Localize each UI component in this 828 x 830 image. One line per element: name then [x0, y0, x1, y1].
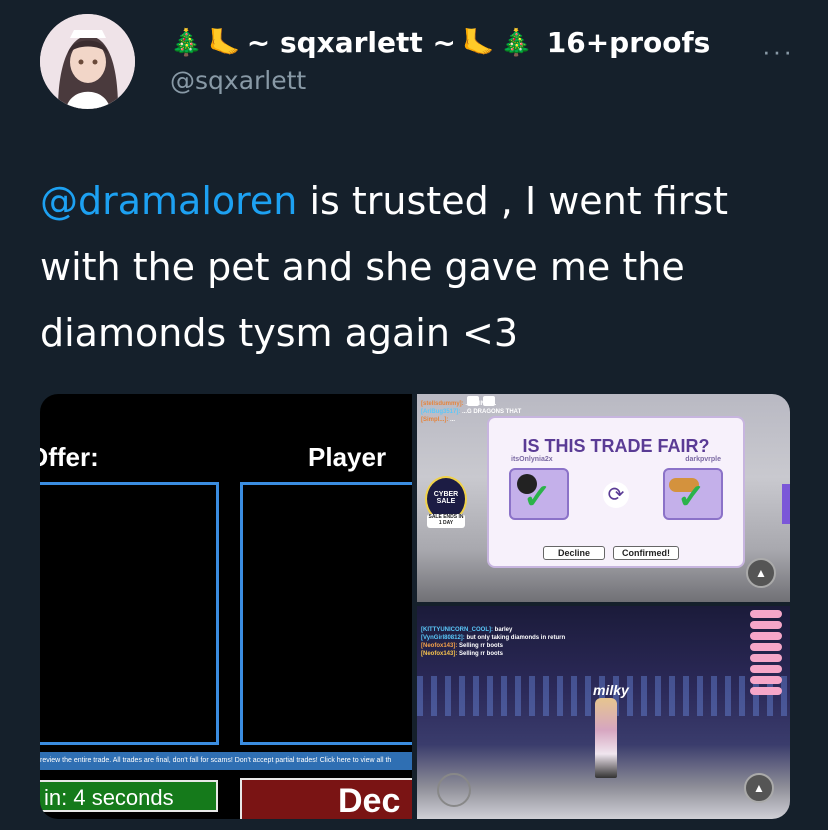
menu-item [750, 654, 782, 662]
chat-line: [Neofox143]: Selling rr boots [421, 651, 504, 657]
media-image-trade-window[interactable]: Offer: Player review the entire trade. A… [40, 394, 412, 819]
joystick-icon[interactable] [437, 773, 471, 807]
refresh-icon: ⟳ [603, 482, 629, 508]
trade-fair-title: IS THIS TRADE FAIR? [522, 436, 710, 456]
media-grid: Offer: Player review the entire trade. A… [40, 394, 790, 819]
menu-item [750, 687, 782, 695]
game-chat: [KITTYUNICORN_COOL]: barley [VynGirl8081… [421, 626, 565, 658]
trade-fair-panel: IS THIS TRADE FAIR? itsOnlynia2x darkpvr… [487, 416, 745, 568]
chat-line: [VynGirl80812]: but only taking diamonds… [421, 635, 566, 641]
feet-icon: 🦶 [208, 27, 241, 57]
menu-item [750, 610, 782, 618]
more-dots-icon[interactable]: ··· [762, 36, 794, 67]
chat-line: [AriBug3517]: ...G DRAGONS THAT [421, 409, 522, 415]
trade-warning: review the entire trade. All trades are … [40, 752, 412, 770]
chat-line: [KITTYUNICORN_COOL]: barley [421, 627, 513, 633]
check-icon: ✓ [523, 478, 552, 516]
mention-link[interactable]: @dramaloren [40, 179, 297, 223]
sale-ends-label: SALE ENDS IN 1 DAY [427, 514, 465, 528]
avatar[interactable] [40, 14, 135, 109]
trade-decline-button[interactable]: Decline [543, 546, 605, 560]
media-image-game-scene[interactable]: [KITTYUNICORN_COOL]: barley [VynGirl8081… [417, 606, 790, 819]
display-name-row[interactable]: 🎄 🦶 ~ sqxarlett ~ 🦶 🎄 16+proofs [170, 22, 710, 62]
display-name-suffix[interactable]: 16+proofs [547, 26, 711, 59]
menu-item [750, 665, 782, 673]
side-tab[interactable] [782, 484, 790, 524]
offer-box [40, 482, 219, 745]
player-label: Player [308, 442, 387, 472]
christmas-tree-icon: 🎄 [170, 27, 203, 57]
player-avatar [595, 698, 617, 778]
decline-button-cropped: Dec [240, 778, 412, 819]
user-handle[interactable]: @sqxarlett [170, 66, 306, 95]
christmas-tree-icon: 🎄 [500, 27, 533, 57]
accept-timer: in: 4 seconds [40, 780, 218, 812]
jump-button-icon[interactable]: ▲ [744, 773, 774, 803]
trade-slot-left: ✓ [509, 468, 569, 520]
menu-item [750, 621, 782, 629]
player-name-left: itsOnlynia2x [511, 456, 553, 463]
player-name-tag: milky [593, 682, 629, 698]
menu-item [750, 632, 782, 640]
media-image-trade-fair[interactable]: [stellsdummy]: ...AKING ... [AriBug3517]… [417, 394, 790, 602]
offer-label: Offer: [40, 442, 99, 472]
tweet-text: @dramaloren is trusted , I went first wi… [40, 168, 800, 366]
menu-item [750, 676, 782, 684]
feet-icon: 🦶 [462, 27, 495, 57]
chat-line: [Neofox143]: Selling rr boots [421, 643, 504, 649]
check-icon: ✓ [677, 478, 706, 516]
chat-line: [stellsdummy]: ...AKING ... [421, 401, 497, 407]
menu-item [750, 643, 782, 651]
player-offer-box [240, 482, 412, 745]
trade-slot-right: ✓ [663, 468, 723, 520]
jump-button-icon[interactable]: ▲ [746, 558, 776, 588]
display-name[interactable]: ~ sqxarlett ~ [247, 26, 456, 59]
trade-confirmed-button[interactable]: Confirmed! [613, 546, 679, 560]
player-name-right: darkpvrple [685, 456, 721, 463]
